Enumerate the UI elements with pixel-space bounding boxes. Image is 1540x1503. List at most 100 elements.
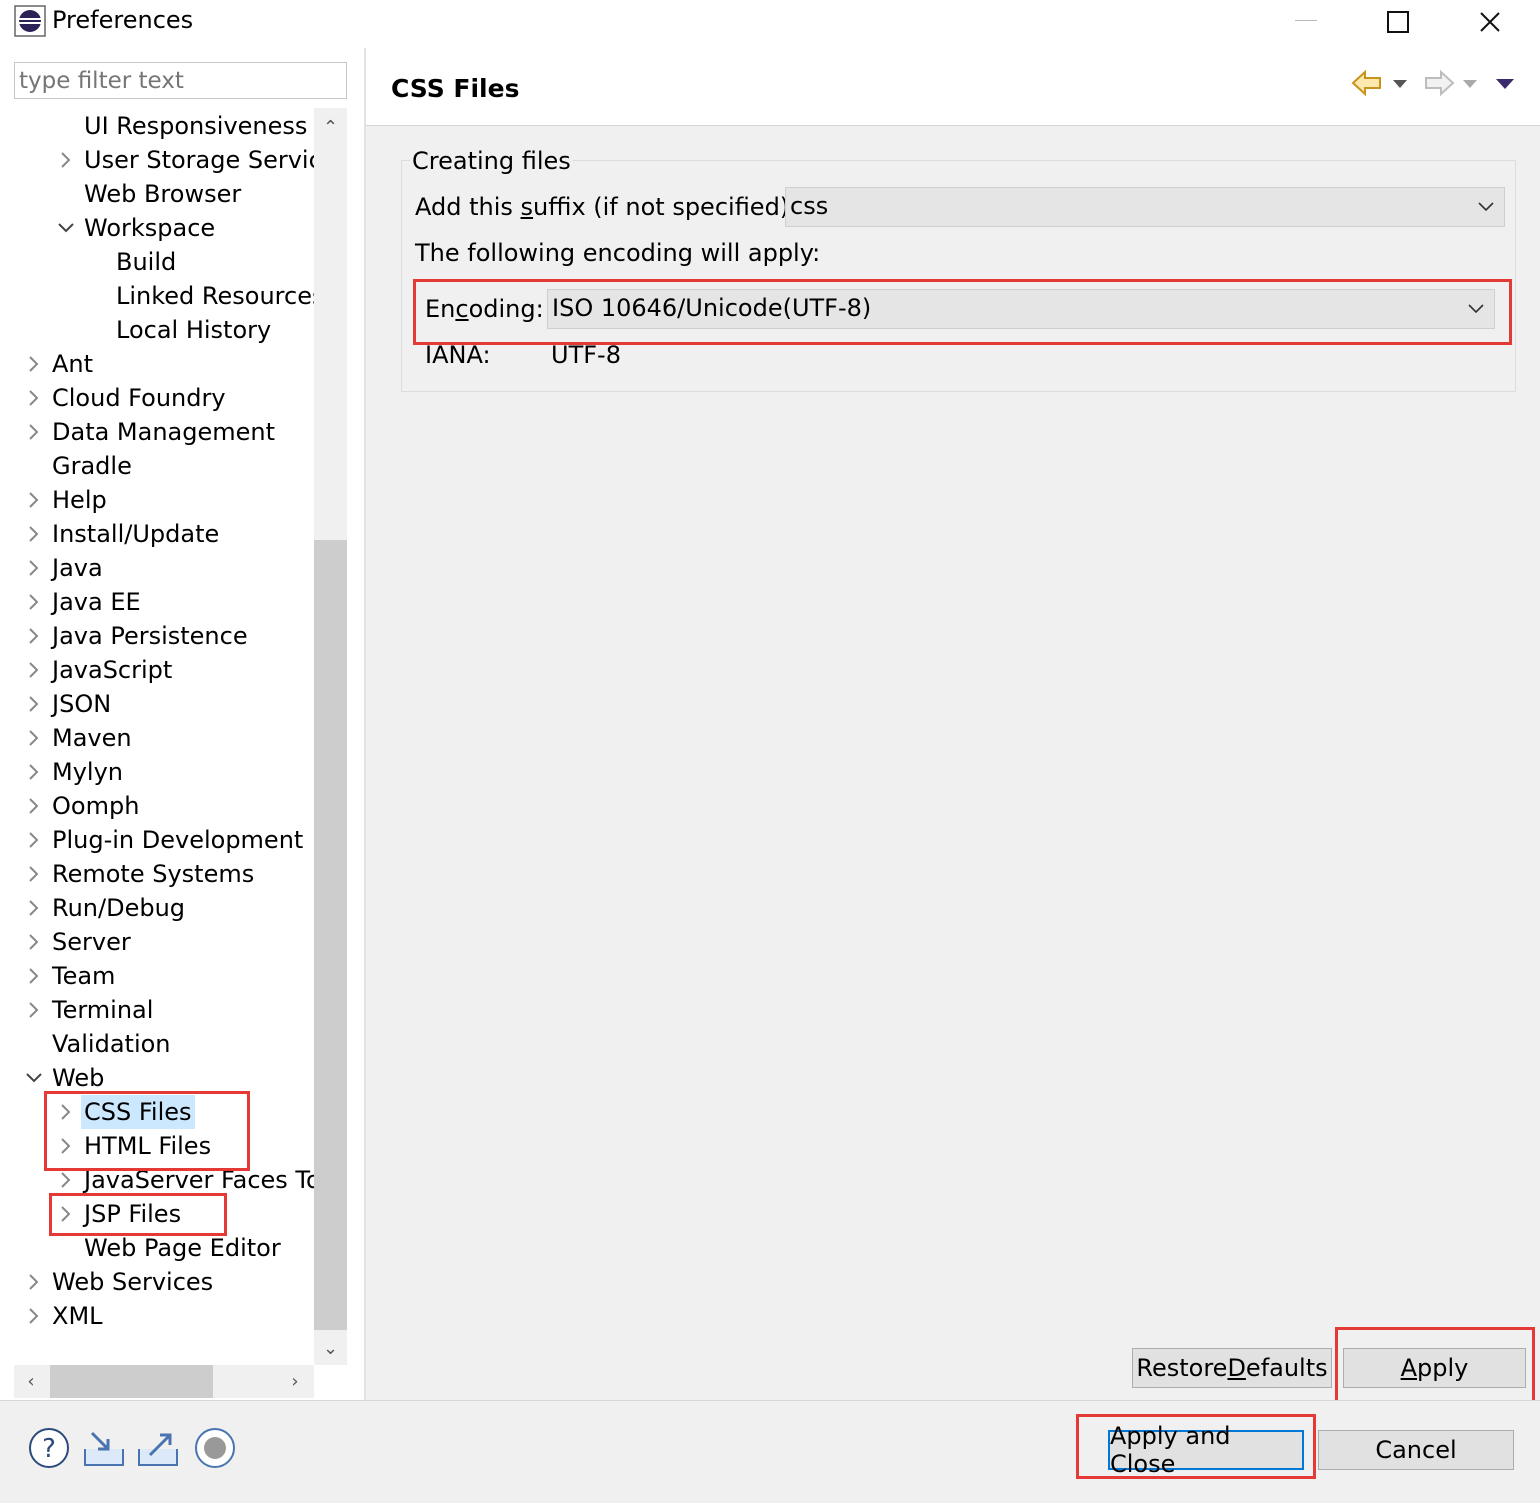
- chevron-right-icon[interactable]: [25, 347, 43, 381]
- tree-item-ant[interactable]: Ant: [0, 347, 314, 381]
- tree-item-cloud-foundry[interactable]: Cloud Foundry: [0, 381, 314, 415]
- chevron-right-icon[interactable]: [25, 755, 43, 789]
- chevron-right-icon[interactable]: [25, 823, 43, 857]
- tree-item-ui-responsiveness-m[interactable]: UI Responsiveness M: [0, 109, 314, 143]
- tree-item-web-services[interactable]: Web Services: [0, 1265, 314, 1299]
- help-icon[interactable]: ?: [28, 1427, 70, 1469]
- back-arrow-icon[interactable]: [1350, 68, 1384, 98]
- suffix-value: css: [790, 192, 829, 220]
- iana-value: UTF-8: [551, 341, 621, 369]
- tree-item-web[interactable]: Web: [0, 1061, 314, 1095]
- chevron-right-icon[interactable]: [25, 925, 43, 959]
- tree-item-build[interactable]: Build: [0, 245, 314, 279]
- chevron-right-icon[interactable]: [57, 1129, 75, 1163]
- export-icon[interactable]: [136, 1427, 178, 1469]
- tree-item-label: Workspace: [84, 214, 216, 242]
- tree-vertical-scroll-thumb[interactable]: [314, 540, 347, 1330]
- apply-button[interactable]: Apply: [1343, 1348, 1526, 1388]
- tree-item-validation[interactable]: Validation: [0, 1027, 314, 1061]
- chevron-right-icon[interactable]: [25, 789, 43, 823]
- chevron-right-icon[interactable]: [25, 551, 43, 585]
- tree-item-remote-systems[interactable]: Remote Systems: [0, 857, 314, 891]
- chevron-down-icon[interactable]: [57, 211, 75, 245]
- tree-item-maven[interactable]: Maven: [0, 721, 314, 755]
- import-icon[interactable]: [82, 1427, 124, 1469]
- scroll-up-icon[interactable]: ⌃: [314, 112, 347, 142]
- chevron-right-icon[interactable]: [25, 653, 43, 687]
- tree-item-server[interactable]: Server: [0, 925, 314, 959]
- chevron-right-icon[interactable]: [57, 143, 75, 177]
- forward-arrow-icon[interactable]: [1422, 68, 1456, 98]
- chevron-right-icon[interactable]: [57, 1197, 75, 1231]
- chevron-down-icon[interactable]: [25, 1061, 43, 1095]
- tree-item-label: Web: [52, 1064, 105, 1092]
- back-dropdown-icon[interactable]: [1390, 74, 1410, 94]
- forward-dropdown-icon[interactable]: [1460, 74, 1480, 94]
- apply-and-close-button[interactable]: Apply and Close: [1108, 1422, 1304, 1478]
- chevron-right-icon[interactable]: [57, 1163, 75, 1197]
- chevron-right-icon[interactable]: [25, 891, 43, 925]
- tree-item-css-files[interactable]: CSS Files: [0, 1095, 314, 1129]
- tree-item-html-files[interactable]: HTML Files: [0, 1129, 314, 1163]
- chevron-right-icon[interactable]: [25, 959, 43, 993]
- chevron-right-icon[interactable]: [25, 857, 43, 891]
- tree-item-java-ee[interactable]: Java EE: [0, 585, 314, 619]
- tree-item-java-persistence[interactable]: Java Persistence: [0, 619, 314, 653]
- scroll-left-icon[interactable]: ‹: [16, 1365, 46, 1398]
- record-icon[interactable]: [194, 1427, 236, 1469]
- tree-item-help[interactable]: Help: [0, 483, 314, 517]
- tree-horizontal-scroll-thumb[interactable]: [50, 1365, 213, 1398]
- suffix-combo[interactable]: css: [785, 187, 1505, 227]
- scroll-down-icon[interactable]: ⌄: [314, 1333, 347, 1363]
- close-button[interactable]: [1458, 0, 1522, 44]
- chevron-right-icon[interactable]: [25, 415, 43, 449]
- view-menu-icon[interactable]: [1494, 74, 1516, 94]
- chevron-right-icon[interactable]: [25, 993, 43, 1027]
- tree-item-java[interactable]: Java: [0, 551, 314, 585]
- chevron-right-icon[interactable]: [25, 721, 43, 755]
- tree-item-data-management[interactable]: Data Management: [0, 415, 314, 449]
- encoding-combo[interactable]: ISO 10646/Unicode(UTF-8): [547, 289, 1495, 329]
- tree-item-javaserver-faces-to[interactable]: JavaServer Faces To: [0, 1163, 314, 1197]
- tree-item-label: Run/Debug: [52, 894, 186, 922]
- tree-item-jsp-files[interactable]: JSP Files: [0, 1197, 314, 1231]
- chevron-right-icon[interactable]: [25, 483, 43, 517]
- minimize-button[interactable]: [1274, 0, 1338, 44]
- svg-text:?: ?: [42, 1434, 56, 1464]
- tree-item-web-page-editor[interactable]: Web Page Editor: [0, 1231, 314, 1265]
- tree-item-plug-in-development[interactable]: Plug-in Development: [0, 823, 314, 857]
- chevron-right-icon[interactable]: [25, 517, 43, 551]
- tree-item-install-update[interactable]: Install/Update: [0, 517, 314, 551]
- tree-item-linked-resources[interactable]: Linked Resources: [0, 279, 314, 313]
- cancel-button[interactable]: Cancel: [1318, 1430, 1514, 1470]
- tree-item-web-browser[interactable]: Web Browser: [0, 177, 314, 211]
- chevron-right-icon[interactable]: [25, 1265, 43, 1299]
- tree-item-terminal[interactable]: Terminal: [0, 993, 314, 1027]
- tree-item-label: User Storage Service: [84, 146, 314, 174]
- tree-item-user-storage-service[interactable]: User Storage Service: [0, 143, 314, 177]
- tree-item-label: Local History: [116, 316, 272, 344]
- tree-item-oomph[interactable]: Oomph: [0, 789, 314, 823]
- tree-item-workspace[interactable]: Workspace: [0, 211, 314, 245]
- tree-item-javascript[interactable]: JavaScript: [0, 653, 314, 687]
- tree-item-team[interactable]: Team: [0, 959, 314, 993]
- scroll-right-icon[interactable]: ›: [280, 1365, 310, 1398]
- tree-item-gradle[interactable]: Gradle: [0, 449, 314, 483]
- maximize-button[interactable]: [1366, 0, 1430, 44]
- chevron-right-icon[interactable]: [57, 1095, 75, 1129]
- creating-files-group-label: Creating files: [410, 143, 573, 179]
- chevron-right-icon[interactable]: [25, 1299, 43, 1333]
- chevron-right-icon[interactable]: [25, 585, 43, 619]
- tree-item-run-debug[interactable]: Run/Debug: [0, 891, 314, 925]
- chevron-right-icon[interactable]: [25, 687, 43, 721]
- chevron-right-icon[interactable]: [25, 381, 43, 415]
- tree-item-xml[interactable]: XML: [0, 1299, 314, 1333]
- chevron-right-icon[interactable]: [25, 619, 43, 653]
- tree-item-label: Oomph: [52, 792, 140, 820]
- tree-item-local-history[interactable]: Local History: [0, 313, 314, 347]
- filter-input[interactable]: [14, 62, 347, 99]
- chevron-down-icon: [1468, 290, 1484, 328]
- restore-defaults-button[interactable]: Restore Defaults: [1132, 1348, 1332, 1388]
- tree-item-mylyn[interactable]: Mylyn: [0, 755, 314, 789]
- tree-item-json[interactable]: JSON: [0, 687, 314, 721]
